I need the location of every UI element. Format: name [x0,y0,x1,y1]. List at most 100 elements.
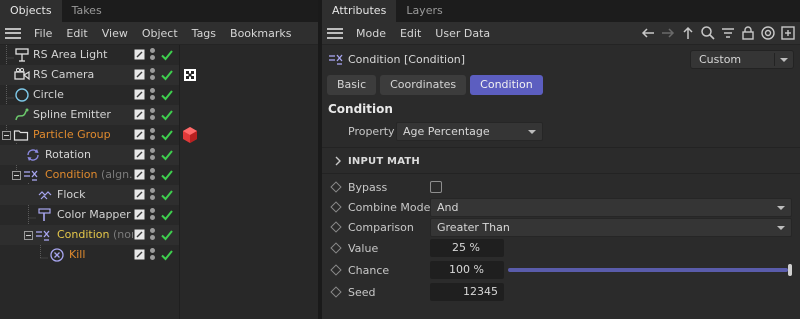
visibility-dots[interactable] [150,188,156,202]
preset-dropdown[interactable]: Custom [690,50,794,69]
keyframe-diamond-icon[interactable] [330,242,342,254]
property-dropdown[interactable]: Age Percentage [396,122,543,141]
chance-slider[interactable] [508,264,792,276]
chevron-down-icon [528,130,536,134]
object-title: Condition [Condition] [348,52,466,66]
filter-icon[interactable] [720,25,736,41]
chevron-down-icon [780,58,788,62]
seed-value: 12345 [463,285,498,298]
new-window-icon[interactable] [780,25,796,41]
camera-icon [14,67,30,81]
tab-attributes[interactable]: Attributes [322,0,397,22]
menu-edit[interactable]: Edit [59,22,94,45]
comparison-dropdown[interactable]: Greater Than [430,218,792,237]
layer-edit-icon[interactable] [134,109,145,120]
enabled-check-icon[interactable] [160,108,174,122]
combine-mode-label: Combine Mode [348,201,431,214]
object-flags [134,68,180,82]
target-tag-icon[interactable] [181,65,199,85]
enabled-check-icon[interactable] [160,248,174,262]
objects-tabbar: Objects Takes [0,0,318,22]
layer-edit-icon[interactable] [134,69,145,80]
menu-tags[interactable]: Tags [185,22,223,45]
visibility-dots[interactable] [150,128,156,142]
chance-label: Chance [348,264,390,277]
search-icon[interactable] [700,25,716,41]
menu-view[interactable]: View [95,22,135,45]
chance-slider-knob[interactable] [788,264,792,276]
keyframe-diamond-icon[interactable] [330,221,342,233]
layer-edit-icon[interactable] [134,209,145,220]
layer-edit-icon[interactable] [134,249,145,260]
visibility-dots[interactable] [150,228,156,242]
object-name: Condition (non... [57,228,133,241]
menu-bookmarks[interactable]: Bookmarks [223,22,298,45]
visibility-dots[interactable] [150,248,156,262]
menu-file[interactable]: File [27,22,59,45]
group-title-input-math[interactable]: INPUT MATH [348,156,420,167]
enabled-check-icon[interactable] [160,188,174,202]
layer-edit-icon[interactable] [134,149,145,160]
enabled-check-icon[interactable] [160,88,174,102]
hamburger-menu-icon[interactable] [5,27,21,39]
keyframe-diamond-icon[interactable] [330,201,342,213]
keyframe-diamond-icon[interactable] [330,264,342,276]
condition-icon [36,230,50,241]
chance-field[interactable]: 100 % [430,261,504,279]
visibility-dots[interactable] [150,48,156,62]
visibility-dots[interactable] [150,68,156,82]
enabled-check-icon[interactable] [160,68,174,82]
layer-edit-icon[interactable] [134,229,145,240]
visibility-dots[interactable] [150,208,156,222]
enabled-check-icon[interactable] [160,168,174,182]
seed-field[interactable]: 12345 [430,283,504,301]
subtab-coordinates[interactable]: Coordinates [380,75,467,95]
forward-arrow-icon[interactable] [660,25,676,41]
collapse-toggle-icon[interactable] [2,131,11,140]
hamburger-menu-icon[interactable] [327,27,343,39]
enabled-check-icon[interactable] [160,128,174,142]
chevron-right-icon[interactable] [334,156,342,166]
tab-objects[interactable]: Objects [0,0,62,22]
lock-icon[interactable] [740,25,756,41]
target-icon[interactable] [760,25,776,41]
visibility-dots[interactable] [150,88,156,102]
enabled-check-icon[interactable] [160,148,174,162]
visibility-dots[interactable] [150,168,156,182]
menu-user-data[interactable]: User Data [428,22,497,45]
layer-edit-icon[interactable] [134,189,145,200]
up-arrow-icon[interactable] [680,25,696,41]
back-arrow-icon[interactable] [640,25,656,41]
enabled-check-icon[interactable] [160,208,174,222]
keyframe-diamond-icon[interactable] [330,181,342,193]
menu-object[interactable]: Object [135,22,185,45]
subtab-basic[interactable]: Basic [327,75,377,95]
combine-mode-dropdown[interactable]: And [430,198,792,217]
bypass-label: Bypass [348,181,388,194]
objects-panel: Objects Takes File Edit View Object Tags… [0,0,318,319]
bypass-checkbox[interactable] [430,181,442,193]
enabled-check-icon[interactable] [160,48,174,62]
enabled-check-icon[interactable] [160,228,174,242]
layer-edit-icon[interactable] [134,49,145,60]
object-flags [134,88,180,102]
circle-spline-icon [15,88,29,102]
chance-slider-track [508,268,788,272]
material-cube-icon[interactable] [181,125,199,145]
layer-edit-icon[interactable] [134,89,145,100]
menu-mode[interactable]: Mode [349,22,393,45]
collapse-toggle-icon[interactable] [24,231,33,240]
layer-edit-icon[interactable] [134,169,145,180]
layer-edit-icon[interactable] [134,129,145,140]
object-name: Particle Group [33,128,111,141]
visibility-dots[interactable] [150,148,156,162]
subtab-condition[interactable]: Condition [470,75,543,95]
tab-takes[interactable]: Takes [62,0,112,22]
object-name: Rotation [45,148,92,161]
tab-layers[interactable]: Layers [396,0,452,22]
visibility-dots[interactable] [150,108,156,122]
collapse-toggle-icon[interactable] [12,171,21,180]
value-field[interactable]: 25 % [430,239,504,257]
menu-edit[interactable]: Edit [393,22,428,45]
keyframe-diamond-icon[interactable] [330,286,342,298]
